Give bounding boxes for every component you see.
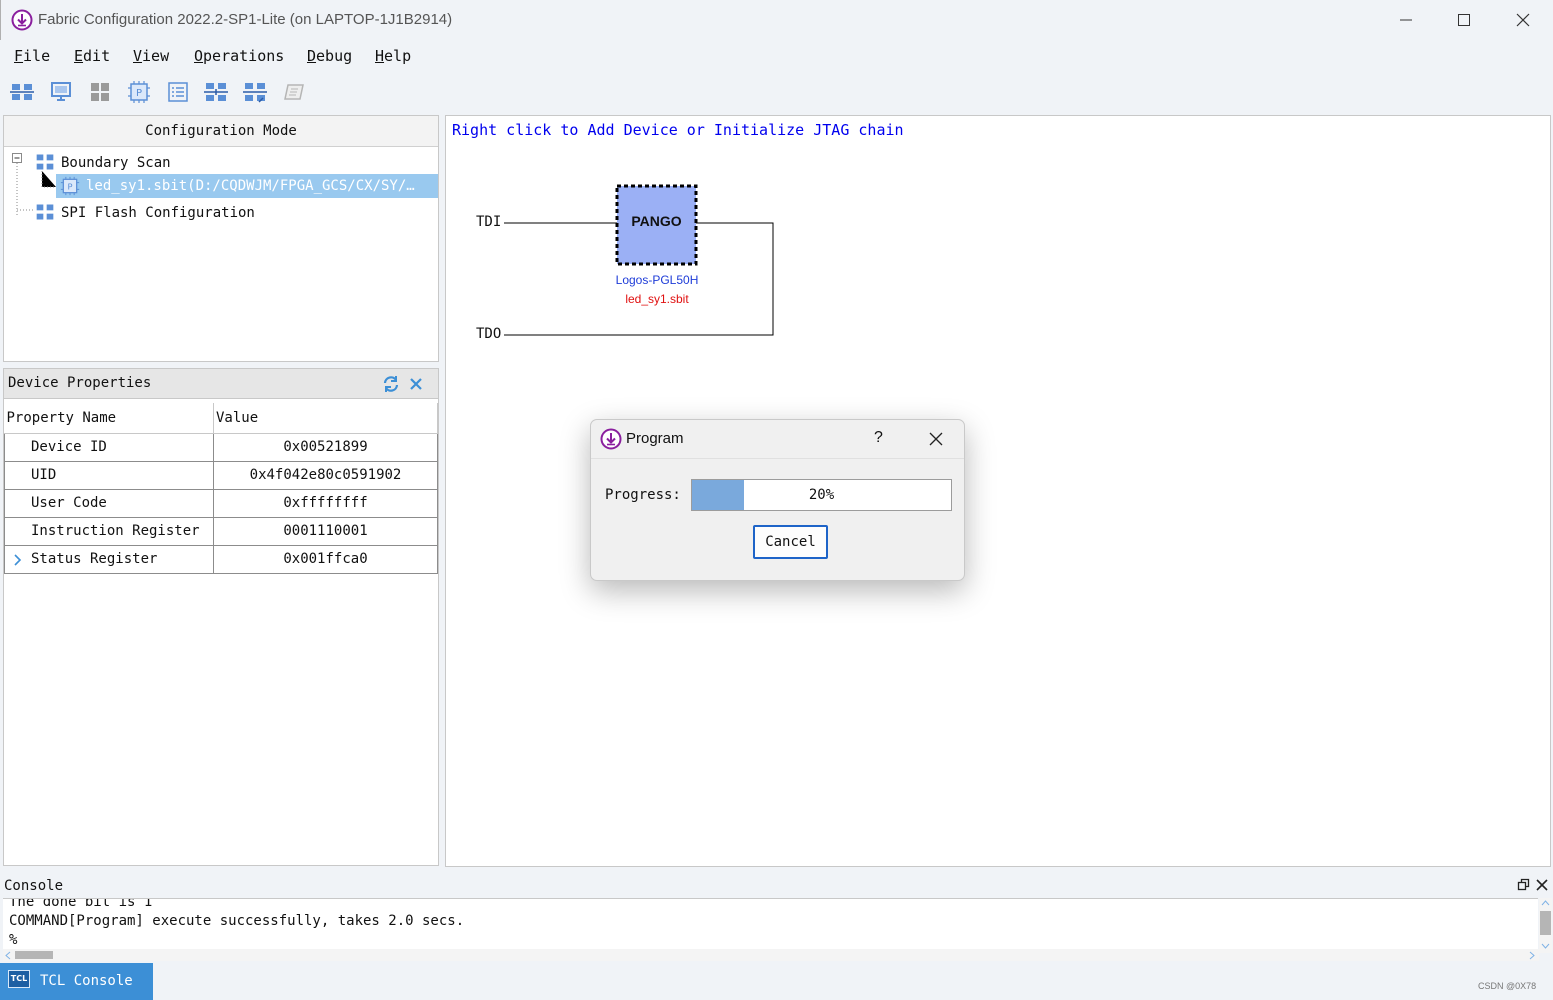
table-row[interactable]: Instruction Register 0001110001: [4, 516, 438, 546]
device-properties-panel: Device Properties Property Name Value De…: [3, 368, 439, 866]
property-name: Device ID: [4, 432, 214, 462]
property-value: 0x00521899: [213, 432, 438, 462]
console-line: The done bit is 1: [9, 898, 153, 910]
tdi-label: TDI: [476, 214, 502, 230]
menu-debug[interactable]: Debug: [307, 47, 352, 65]
console-label: Console: [4, 878, 64, 894]
svg-text:P: P: [136, 88, 142, 99]
chip-program-icon[interactable]: P: [127, 80, 151, 104]
menu-help[interactable]: Help: [375, 47, 411, 65]
configuration-mode-header: Configuration Mode: [4, 116, 438, 147]
console-close-icon[interactable]: [1536, 879, 1548, 891]
tcl-console-label: TCL Console: [40, 973, 133, 989]
progress-text: 20%: [808, 487, 835, 503]
property-value: 0001110001: [213, 516, 438, 546]
sbit-file-label: led_sy1.sbit(D:/CQDWJM/FPGA_GCS/CX/SY/…: [86, 178, 415, 194]
menu-edit[interactable]: Edit: [74, 47, 110, 65]
chip-label: PANGO: [631, 213, 682, 229]
tdo-label: TDO: [476, 326, 502, 342]
menu-file[interactable]: File: [14, 47, 50, 65]
dialog-title: Program: [626, 430, 684, 447]
scroll-down-icon[interactable]: [1541, 943, 1550, 949]
h-scroll-thumb[interactable]: [15, 951, 53, 959]
tcl-icon: TCL: [8, 970, 30, 988]
svg-text:P: P: [67, 181, 72, 191]
horizontal-scrollbar[interactable]: [3, 949, 1539, 961]
close-panel-icon[interactable]: [409, 377, 423, 391]
minimize-button[interactable]: [1383, 6, 1429, 34]
close-button[interactable]: [1500, 6, 1546, 34]
tree-item-sbit-file[interactable]: P led_sy1.sbit(D:/CQDWJM/FPGA_GCS/CX/SY/…: [56, 174, 438, 198]
property-name: Status Register: [31, 551, 158, 567]
property-name: UID: [4, 460, 214, 490]
help-button[interactable]: ?: [874, 429, 883, 447]
cancel-button[interactable]: Cancel: [753, 525, 828, 559]
minimize-icon: [1400, 19, 1412, 21]
chip-file-icon: P: [60, 176, 80, 196]
app-logo-icon: [11, 9, 33, 31]
disabled-device-icon: [284, 84, 304, 100]
property-name: User Code: [4, 488, 214, 518]
table-row[interactable]: Device ID 0x00521899: [4, 432, 438, 462]
spi-flash-icon: [36, 204, 54, 220]
maximize-button[interactable]: [1441, 6, 1487, 34]
property-name-cell: Status Register: [4, 544, 214, 574]
dialog-close-icon[interactable]: [929, 432, 943, 446]
monitor-icon[interactable]: [49, 80, 73, 104]
device-file-label: led_sy1.sbit: [625, 292, 689, 306]
app-logo-icon: [600, 428, 622, 450]
device-properties-header: Device Properties: [4, 369, 438, 399]
property-value: 0x4f042e80c0591902: [213, 460, 438, 490]
device-properties-title: Device Properties: [8, 375, 152, 391]
restore-panel-icon[interactable]: [1517, 878, 1530, 891]
progress-label: Progress:: [605, 487, 681, 503]
column-header-value: Value: [213, 403, 438, 434]
scroll-left-icon[interactable]: [5, 951, 11, 960]
maximize-icon: [1458, 14, 1470, 26]
dialog-divider: [591, 458, 964, 459]
chain-icon[interactable]: [204, 80, 228, 104]
boundary-scan-icon[interactable]: [10, 80, 34, 104]
progress-bar: 20%: [691, 479, 952, 511]
console-output[interactable]: The done bit is 1 COMMAND[Program] execu…: [3, 898, 1538, 954]
property-name: Instruction Register: [4, 516, 214, 546]
program-dialog: Program ? Progress: 20% Cancel: [590, 419, 965, 581]
property-value: 0x001ffca0: [213, 544, 438, 574]
chain-add-icon[interactable]: [243, 80, 267, 104]
chevron-right-icon[interactable]: [13, 553, 22, 566]
configuration-mode-panel: Configuration Mode Boundary Scan P led_s…: [3, 115, 439, 362]
console-panel: Console The done bit is 1 COMMAND[Progra…: [0, 873, 1553, 962]
close-icon: [1516, 13, 1530, 27]
toolbar: P: [0, 74, 1553, 110]
grid-icon[interactable]: [88, 80, 112, 104]
properties-table: Property Name Value Device ID 0x00521899…: [4, 403, 438, 574]
console-line: COMMAND[Program] execute successfully, t…: [9, 913, 465, 929]
column-header-property-name: Property Name: [4, 403, 214, 434]
tree-item-boundary-scan[interactable]: Boundary Scan: [61, 151, 171, 175]
tree-collapse-toggle[interactable]: [10, 150, 21, 174]
title-bar: Fabric Configuration 2022.2-SP1-Lite (on…: [0, 0, 1553, 40]
table-row[interactable]: User Code 0xffffffff: [4, 488, 438, 518]
table-row[interactable]: UID 0x4f042e80c0591902: [4, 460, 438, 490]
menu-bar: File Edit View Operations Debug Help: [0, 40, 1553, 72]
window-title: Fabric Configuration 2022.2-SP1-Lite (on…: [38, 11, 453, 28]
refresh-icon[interactable]: [382, 375, 400, 393]
watermark: CSDN @0X78: [1478, 981, 1537, 991]
scroll-up-icon[interactable]: [1541, 900, 1550, 906]
menu-view[interactable]: View: [133, 47, 169, 65]
tree-item-spi-flash[interactable]: SPI Flash Configuration: [61, 201, 255, 225]
list-icon[interactable]: [166, 80, 190, 104]
console-line: %: [9, 932, 18, 948]
vertical-scrollbar[interactable]: [1539, 898, 1552, 953]
device-name-label: Logos-PGL50H: [615, 273, 699, 287]
table-row-expandable[interactable]: Status Register 0x001ffca0: [4, 544, 438, 574]
scroll-thumb[interactable]: [1540, 911, 1551, 935]
scroll-right-icon[interactable]: [1529, 951, 1535, 960]
boundary-scan-icon: [36, 154, 54, 170]
tcl-console-tab[interactable]: TCL TCL Console: [0, 963, 153, 1000]
property-value: 0xffffffff: [213, 488, 438, 518]
menu-operations[interactable]: Operations: [194, 47, 284, 65]
